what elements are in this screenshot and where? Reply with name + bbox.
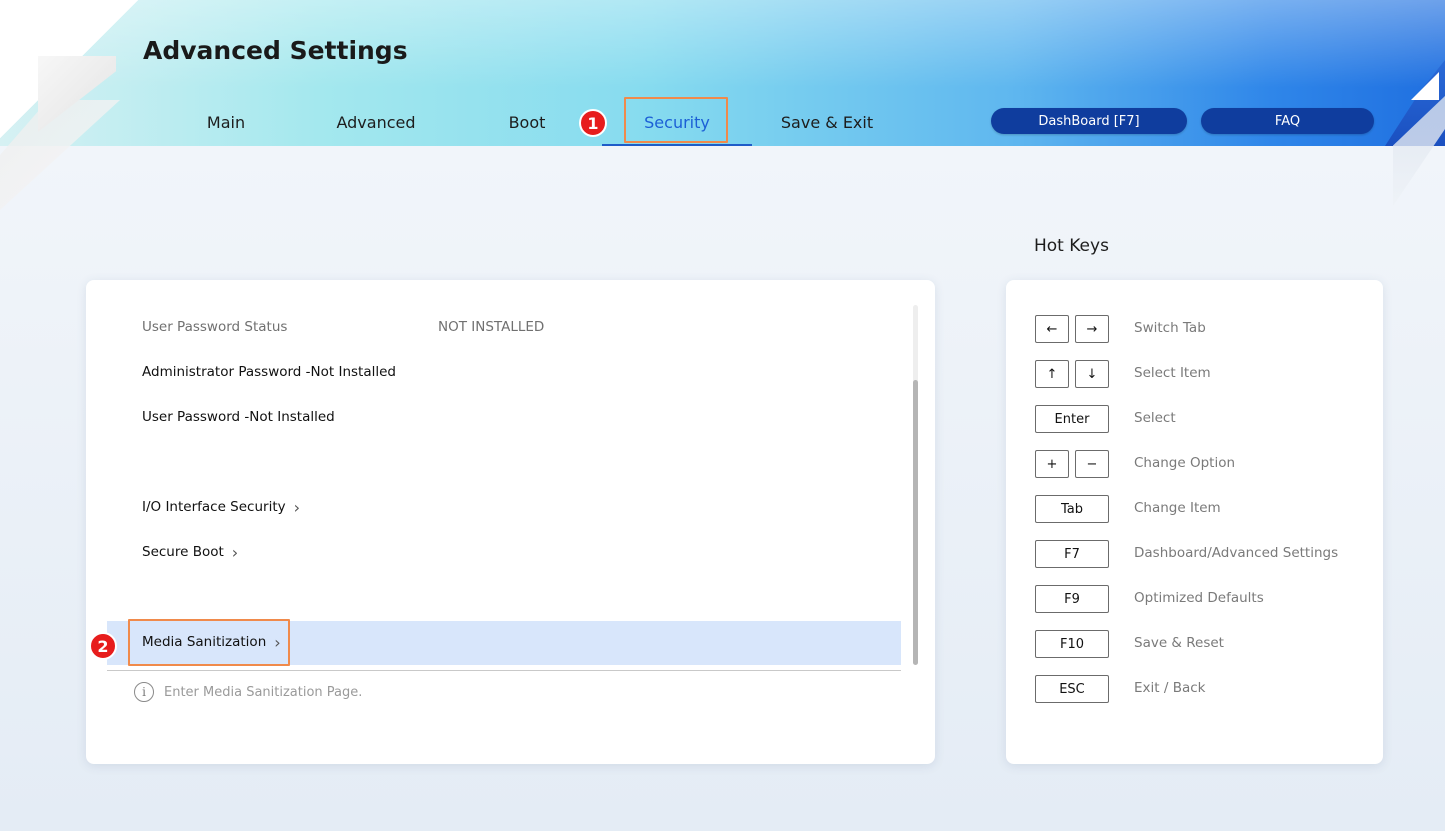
left-arrow-key: ← xyxy=(1035,315,1069,343)
minus-key: − xyxy=(1075,450,1109,478)
secure-boot-item[interactable]: Secure Boot › xyxy=(142,540,238,564)
io-interface-security-label: I/O Interface Security xyxy=(142,499,286,515)
down-arrow-key: ↓ xyxy=(1075,360,1109,388)
tab-save-exit[interactable]: Save & Exit xyxy=(767,105,887,139)
up-arrow-key: ↑ xyxy=(1035,360,1069,388)
tab-advanced[interactable]: Advanced xyxy=(326,105,426,139)
help-text-row: i Enter Media Sanitization Page. xyxy=(134,682,362,702)
select-desc: Select xyxy=(1134,410,1176,426)
f10-key: F10 xyxy=(1035,630,1109,658)
io-interface-security-item[interactable]: I/O Interface Security › xyxy=(142,495,300,519)
f7-key: F7 xyxy=(1035,540,1109,568)
optimized-defaults-desc: Optimized Defaults xyxy=(1134,590,1264,606)
chevron-right-icon: › xyxy=(293,497,301,517)
enter-key: Enter xyxy=(1035,405,1109,433)
dashboard-advanced-desc: Dashboard/Advanced Settings xyxy=(1134,545,1339,561)
select-item-desc: Select Item xyxy=(1134,365,1211,381)
chevron-right-icon: › xyxy=(231,542,239,562)
tab-main[interactable]: Main xyxy=(176,105,276,139)
security-tab-highlight xyxy=(624,97,728,143)
help-text: Enter Media Sanitization Page. xyxy=(164,684,363,700)
plus-key: + xyxy=(1035,450,1069,478)
help-divider xyxy=(107,670,901,671)
change-option-desc: Change Option xyxy=(1134,455,1236,471)
user-password-status-row: User Password Status NOT INSTALLED xyxy=(142,315,544,339)
right-arrow-key: → xyxy=(1075,315,1109,343)
scrollbar-thumb[interactable] xyxy=(913,380,918,665)
administrator-password-item[interactable]: Administrator Password -Not Installed xyxy=(142,360,396,384)
administrator-password-label: Administrator Password -Not Installed xyxy=(142,364,396,380)
secure-boot-label: Secure Boot xyxy=(142,544,224,560)
faq-button[interactable]: FAQ xyxy=(1201,108,1374,134)
save-reset-desc: Save & Reset xyxy=(1134,635,1224,651)
step-marker-2: 2 xyxy=(89,632,117,660)
f9-key: F9 xyxy=(1035,585,1109,613)
active-tab-underline xyxy=(602,144,752,146)
step-marker-1: 1 xyxy=(579,109,607,137)
tab-bar: Main Advanced Boot Security Save & Exit xyxy=(0,105,1000,146)
dashboard-button[interactable]: DashBoard [F7] xyxy=(991,108,1187,134)
exit-back-desc: Exit / Back xyxy=(1134,680,1206,696)
media-sanitization-highlight xyxy=(128,619,290,666)
esc-key: ESC xyxy=(1035,675,1109,703)
switch-tab-desc: Switch Tab xyxy=(1134,320,1206,336)
change-item-desc: Change Item xyxy=(1134,500,1221,516)
user-password-status-label: User Password Status xyxy=(142,319,288,335)
security-panel: User Password Status NOT INSTALLED Admin… xyxy=(86,280,935,764)
tab-boot[interactable]: Boot xyxy=(477,105,577,139)
page-title: Advanced Settings xyxy=(143,36,408,65)
user-password-item[interactable]: User Password -Not Installed xyxy=(142,405,335,429)
tab-key: Tab xyxy=(1035,495,1109,523)
hotkeys-title: Hot Keys xyxy=(1034,236,1109,256)
info-icon: i xyxy=(134,682,154,702)
hotkeys-panel: ← → Switch Tab ↑ ↓ Select Item Enter Sel… xyxy=(1006,280,1383,764)
user-password-label: User Password -Not Installed xyxy=(142,409,335,425)
user-password-status-value: NOT INSTALLED xyxy=(438,319,545,335)
